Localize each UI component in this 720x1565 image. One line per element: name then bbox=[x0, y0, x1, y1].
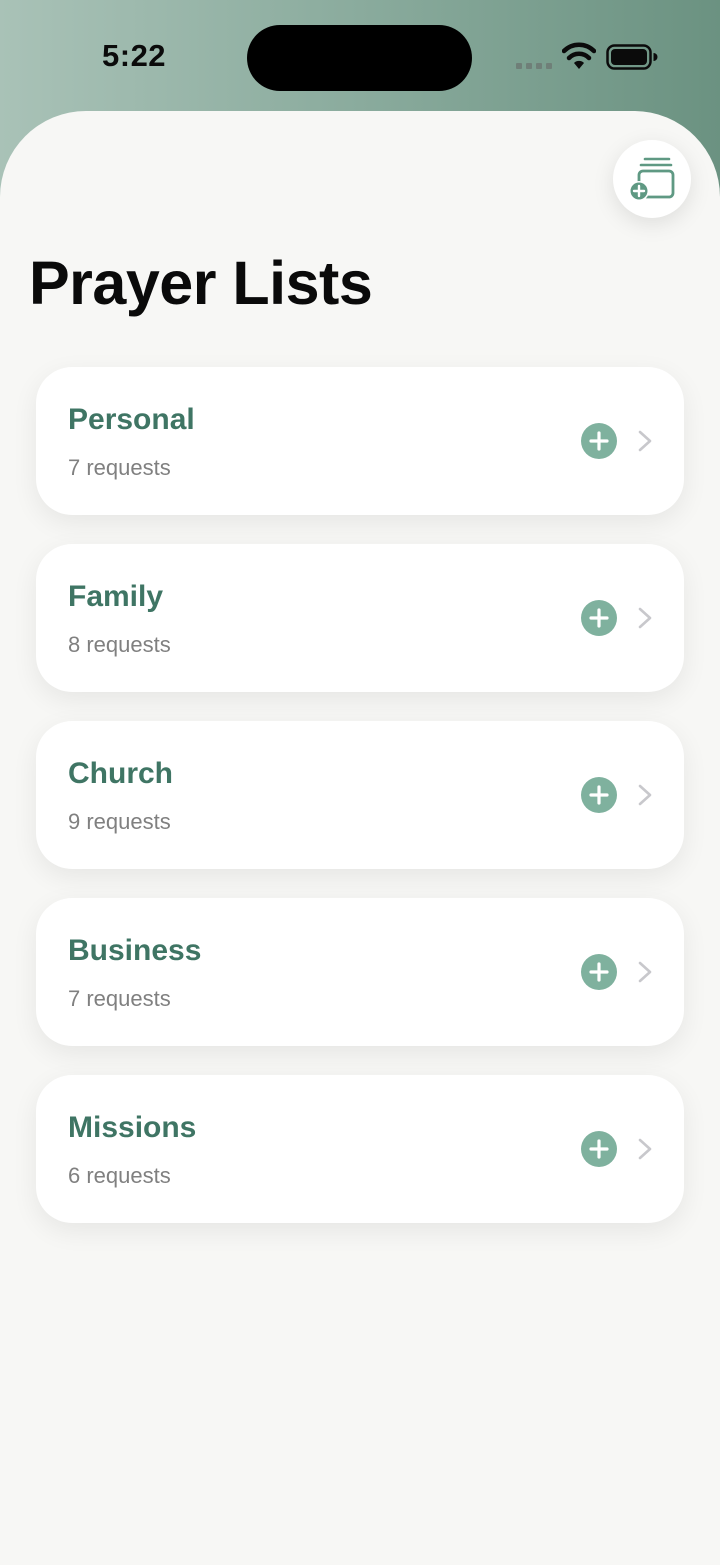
list-name: Business bbox=[68, 934, 202, 967]
status-bar: 5:22 bbox=[0, 0, 720, 112]
stack-plus-icon bbox=[629, 157, 675, 201]
add-request-button[interactable] bbox=[581, 600, 617, 636]
list-card-church[interactable]: Church 9 requests bbox=[36, 721, 684, 869]
request-count: 6 requests bbox=[68, 1163, 171, 1188]
list-name: Missions bbox=[68, 1111, 197, 1144]
list-card-business[interactable]: Business 7 requests bbox=[36, 898, 684, 1046]
request-count: 7 requests bbox=[68, 986, 171, 1011]
chevron-right-icon bbox=[638, 961, 652, 983]
add-request-button[interactable] bbox=[581, 1131, 617, 1167]
plus-icon bbox=[589, 962, 609, 982]
wifi-icon bbox=[562, 42, 596, 69]
chevron-right-icon bbox=[638, 430, 652, 452]
add-request-button[interactable] bbox=[581, 777, 617, 813]
battery-icon bbox=[606, 44, 658, 70]
cellular-signal-icon bbox=[516, 63, 552, 69]
request-count: 7 requests bbox=[68, 455, 171, 480]
plus-icon bbox=[589, 431, 609, 451]
list-card-family[interactable]: Family 8 requests bbox=[36, 544, 684, 692]
plus-icon bbox=[589, 785, 609, 805]
request-count: 8 requests bbox=[68, 632, 171, 657]
add-list-button[interactable] bbox=[613, 140, 691, 218]
list-name: Personal bbox=[68, 403, 195, 436]
chevron-right-icon bbox=[638, 784, 652, 806]
chevron-right-icon bbox=[638, 1138, 652, 1160]
dynamic-island bbox=[247, 25, 472, 91]
list-name: Family bbox=[68, 580, 164, 613]
status-indicators bbox=[514, 40, 664, 76]
list-name: Church bbox=[68, 757, 173, 790]
add-request-button[interactable] bbox=[581, 423, 617, 459]
list-card-missions[interactable]: Missions 6 requests bbox=[36, 1075, 684, 1223]
chevron-right-icon bbox=[638, 607, 652, 629]
plus-icon bbox=[589, 608, 609, 628]
add-request-button[interactable] bbox=[581, 954, 617, 990]
plus-icon bbox=[589, 1139, 609, 1159]
page-title: Prayer Lists bbox=[29, 249, 373, 317]
list-card-personal[interactable]: Personal 7 requests bbox=[36, 367, 684, 515]
status-time: 5:22 bbox=[102, 38, 167, 73]
request-count: 9 requests bbox=[68, 809, 171, 834]
